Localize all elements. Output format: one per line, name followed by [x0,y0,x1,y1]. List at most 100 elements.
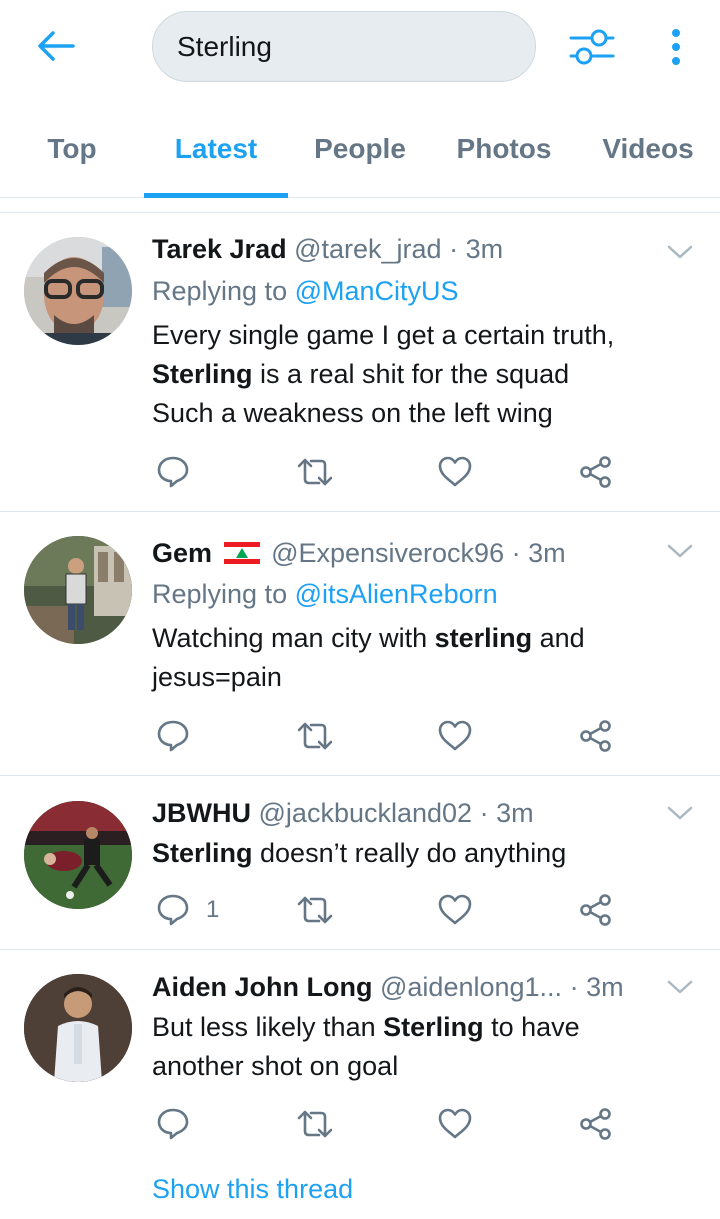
search-query: Sterling [177,30,272,62]
text-fragment: and [532,623,585,653]
replying-to: Replying to @itsAlienReborn [152,576,498,612]
tweet-header: Gem @Expensiverock96 · 3m [152,535,566,571]
text-fragment: to have [483,1012,580,1042]
share-button[interactable] [579,716,613,756]
comment-bubble-icon [157,456,189,488]
tweet-actions: 1 [152,890,622,930]
separator-dot: · [511,538,521,568]
tab-people[interactable]: People [288,100,432,198]
display-name[interactable]: Gem [152,538,212,568]
vertical-dots-icon [672,29,680,65]
reply-button[interactable] [156,452,190,492]
tab-top[interactable]: Top [0,100,144,198]
timestamp[interactable]: 3m [466,234,504,264]
share-icon [580,456,611,488]
share-button[interactable] [579,1104,613,1144]
more-options-button[interactable] [656,22,696,72]
tweet-header: JBWHU @jackbuckland02 · 3m [152,795,534,831]
user-handle[interactable]: @jackbuckland02 [259,798,473,828]
retweet-button[interactable] [297,452,333,492]
like-button[interactable] [438,452,472,492]
text-fragment: But less likely than [152,1012,384,1042]
separator-dot: · [569,972,579,1002]
tweet[interactable]: JBWHU @jackbuckland02 · 3m Sterling does… [0,777,720,950]
text-line: jesus=pain [152,662,282,692]
text-fragment: Watching man city with [152,623,435,653]
timestamp[interactable]: 3m [496,798,534,828]
avatar-photo [24,237,132,345]
tweet-actions [152,452,622,492]
like-button[interactable] [438,1104,472,1144]
avatar[interactable] [24,237,132,345]
separator-dot: · [449,234,459,264]
like-button[interactable] [438,890,472,930]
sliders-icon [569,29,615,65]
retweet-icon [297,722,333,750]
comment-bubble-icon [157,720,189,752]
text-fragment: is a real shit for the squad [252,359,570,389]
avatar-photo [24,801,132,909]
tab-videos[interactable]: Videos [576,100,720,198]
retweet-icon [297,1110,333,1138]
share-button[interactable] [579,890,613,930]
chevron-down-icon[interactable] [666,975,694,999]
tweet[interactable]: Aiden John Long @aidenlong1... · 3m But … [0,951,720,1219]
text-line: But less likely than Sterling to have [152,1008,697,1047]
like-button[interactable] [438,716,472,756]
mention-link[interactable]: @ManCityUS [295,276,459,306]
tab-latest[interactable]: Latest [144,100,288,198]
retweet-button[interactable] [297,716,333,756]
avatar[interactable] [24,974,132,1082]
search-filter-button[interactable] [566,22,618,72]
retweet-button[interactable] [297,1104,333,1144]
tweet-header: Aiden John Long @aidenlong1... · 3m [152,969,624,1005]
text-line: Watching man city with sterling and [152,619,697,658]
display-name[interactable]: JBWHU [152,798,251,828]
highlight-term: Sterling [383,1012,484,1042]
timestamp[interactable]: 3m [586,972,624,1002]
search-input[interactable]: Sterling [152,11,536,82]
reply-button[interactable] [156,716,190,756]
mention-link[interactable]: @itsAlienReborn [295,579,498,609]
user-handle[interactable]: @Expensiverock96 [271,538,504,568]
avatar[interactable] [24,536,132,644]
avatar[interactable] [24,801,132,909]
comment-bubble-icon [157,894,189,926]
back-button[interactable] [30,22,82,70]
highlight-term: Sterling [152,359,253,389]
tweet[interactable]: Tarek Jrad @tarek_jrad · 3m Replying to … [0,214,720,512]
highlight-term: Sterling [152,838,253,868]
tab-photos[interactable]: Photos [432,100,576,198]
replying-prefix: Replying to [152,579,288,609]
display-name[interactable]: Tarek Jrad [152,234,287,264]
reply-button[interactable] [156,1104,190,1144]
reply-count: 1 [206,896,220,923]
timestamp[interactable]: 3m [528,538,566,568]
user-handle[interactable]: @tarek_jrad [294,234,441,264]
chevron-down-icon[interactable] [666,801,694,825]
tweet[interactable]: Gem @Expensiverock96 · 3m Replying to @i… [0,513,720,776]
reply-button[interactable]: 1 [156,890,219,930]
tweet-text: Watching man city with sterling and jesu… [152,619,697,697]
tweet-actions [152,716,622,756]
tweet-actions [152,1104,622,1144]
show-thread-link[interactable]: Show this thread [152,1171,353,1207]
avatar-photo [24,536,132,644]
text-line: Sterling doesn’t really do anything [152,834,697,873]
retweet-icon [297,458,333,486]
highlight-term: sterling [434,623,533,653]
share-icon [580,894,611,926]
share-icon [580,1108,611,1140]
chevron-down-icon[interactable] [666,240,694,264]
lebanon-flag-icon [223,542,260,564]
retweet-icon [297,896,333,924]
replying-prefix: Replying to [152,276,288,306]
chevron-down-icon[interactable] [666,539,694,563]
tweet-header: Tarek Jrad @tarek_jrad · 3m [152,231,503,267]
text-line: Such a weakness on the left wing [152,398,553,428]
retweet-button[interactable] [297,890,333,930]
tweet-text: Every single game I get a certain truth,… [152,316,697,433]
display-name[interactable]: Aiden John Long [152,972,372,1002]
user-handle[interactable]: @aidenlong1... [380,972,562,1002]
share-button[interactable] [579,452,613,492]
